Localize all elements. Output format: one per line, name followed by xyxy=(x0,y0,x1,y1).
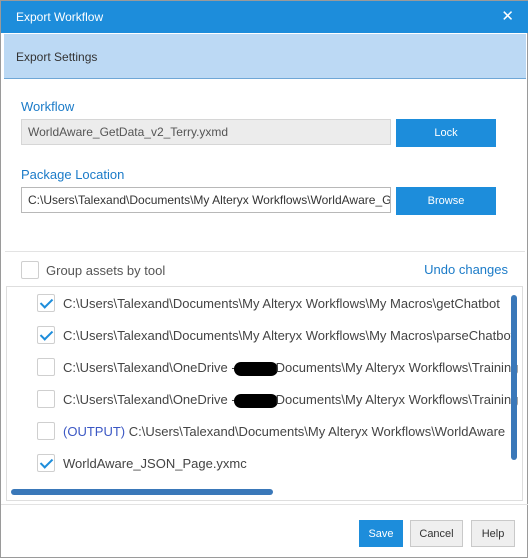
group-assets-label: Group assets by tool xyxy=(46,263,166,278)
asset-checkbox[interactable] xyxy=(37,358,55,376)
browse-button[interactable]: Browse xyxy=(396,187,496,215)
save-button[interactable]: Save xyxy=(359,520,403,547)
workflow-label: Workflow xyxy=(21,99,75,114)
output-tag: (OUTPUT) xyxy=(63,424,126,439)
asset-path-end: Documents\My Alteryx Workflows\Training xyxy=(275,392,519,407)
package-location-label: Package Location xyxy=(21,167,125,182)
section-title: Export Settings xyxy=(16,50,98,64)
workflow-field: WorldAware_GetData_v2_Terry.yxmd xyxy=(21,119,391,145)
list-item[interactable]: C:\Users\Talexand\Documents\My Alteryx W… xyxy=(7,289,507,317)
asset-path-text: C:\Users\Talexand\Documents\My Alteryx W… xyxy=(128,424,506,439)
dialog-title: Export Workflow xyxy=(16,10,104,24)
redaction-mark xyxy=(233,393,278,408)
help-button[interactable]: Help xyxy=(471,520,515,547)
asset-path-start: C:\Users\Talexand\OneDrive - xyxy=(63,360,236,375)
package-location-field[interactable]: C:\Users\Talexand\Documents\My Alteryx W… xyxy=(21,187,391,213)
lock-button[interactable]: Lock xyxy=(396,119,496,147)
list-item[interactable]: WorldAware_JSON_Page.yxmc xyxy=(7,449,507,477)
asset-checkbox[interactable] xyxy=(37,454,55,472)
list-item[interactable]: C:\Users\Talexand\OneDrive - Documents\My… xyxy=(7,353,518,381)
cancel-button[interactable]: Cancel xyxy=(410,520,463,547)
export-workflow-dialog: Export Workflow ✕ Export Settings Workfl… xyxy=(0,0,528,558)
list-item[interactable]: (OUTPUT) C:\Users\Talexand\Documents\My … xyxy=(7,417,507,445)
asset-checkbox[interactable] xyxy=(37,390,55,408)
asset-checkbox[interactable] xyxy=(37,422,55,440)
undo-changes-link[interactable]: Undo changes xyxy=(424,262,508,277)
footer-divider xyxy=(1,504,528,505)
asset-path: C:\Users\Talexand\OneDrive - Documents\My… xyxy=(63,360,518,376)
list-item[interactable]: C:\Users\Talexand\OneDrive - Documents\My… xyxy=(7,385,518,413)
asset-path: C:\Users\Talexand\OneDrive - Documents\My… xyxy=(63,392,518,408)
divider xyxy=(5,251,525,252)
title-bar: Export Workflow ✕ xyxy=(1,1,528,33)
vertical-scrollbar[interactable] xyxy=(511,295,517,460)
asset-checkbox[interactable] xyxy=(37,326,55,344)
group-assets-checkbox[interactable] xyxy=(21,261,39,279)
asset-path: (OUTPUT) C:\Users\Talexand\Documents\My … xyxy=(63,424,505,439)
asset-path-end: Documents\My Alteryx Workflows\Training xyxy=(275,360,519,375)
asset-checkbox[interactable] xyxy=(37,294,55,312)
asset-list: C:\Users\Talexand\Documents\My Alteryx W… xyxy=(6,286,523,501)
redaction-mark xyxy=(233,361,278,376)
asset-path: WorldAware_JSON_Page.yxmc xyxy=(63,456,247,471)
list-item[interactable]: C:\Users\Talexand\Documents\My Alteryx W… xyxy=(7,321,514,349)
asset-path: C:\Users\Talexand\Documents\My Alteryx W… xyxy=(63,296,500,311)
horizontal-scrollbar[interactable] xyxy=(11,489,273,495)
export-settings-header: Export Settings xyxy=(4,34,526,79)
asset-path-start: C:\Users\Talexand\OneDrive - xyxy=(63,392,236,407)
close-icon[interactable]: ✕ xyxy=(501,7,514,25)
asset-path: C:\Users\Talexand\Documents\My Alteryx W… xyxy=(63,328,515,343)
